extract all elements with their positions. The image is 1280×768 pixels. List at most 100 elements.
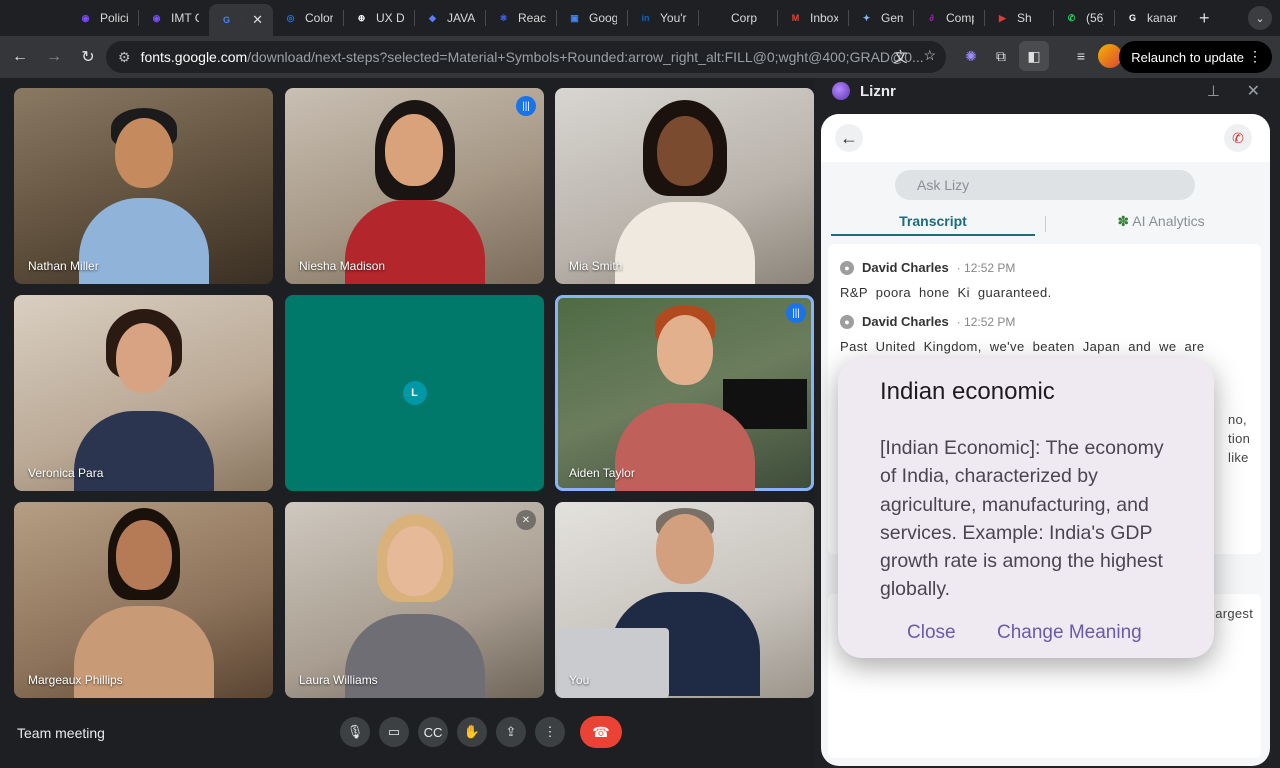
tab-favicon-icon: ∂ bbox=[929, 13, 934, 23]
tab-ai-label: AI Analytics bbox=[1132, 213, 1205, 229]
browser-tab[interactable]: ⚛ React bbox=[486, 4, 556, 32]
browser-tab[interactable]: ✆ (56) bbox=[1054, 4, 1114, 32]
tab-title: Inbox bbox=[810, 11, 838, 25]
side-panel-icon[interactable]: ◧ bbox=[1019, 41, 1049, 71]
tab-favicon-icon: ◉ bbox=[152, 12, 161, 23]
tab-favicon-icon: ⊕ bbox=[357, 12, 366, 23]
participant-tile[interactable]: L bbox=[285, 295, 544, 491]
tab-favicon-icon: ◎ bbox=[286, 12, 295, 23]
browser-tab[interactable]: ⊕ UX D bbox=[344, 4, 414, 32]
message-text: Past United Kingdom, we've beaten Japan … bbox=[840, 339, 1205, 354]
extensions-puzzle-icon[interactable]: ⧉ bbox=[986, 41, 1016, 71]
participant-name: Niesha Madison bbox=[299, 259, 386, 273]
participant-tile[interactable]: ✕ Laura Williams bbox=[285, 502, 544, 698]
browser-tab[interactable]: ◉ IMT C bbox=[139, 4, 209, 32]
browser-tab[interactable]: ◎ Color bbox=[273, 4, 343, 32]
reload-icon[interactable]: ↻ bbox=[72, 41, 104, 73]
transcript-message: ● David Charles · 12:52 PM R&P poora hone … bbox=[840, 260, 1250, 302]
participant-video bbox=[73, 309, 214, 491]
raise-hand-icon[interactable]: ✋ bbox=[457, 717, 487, 747]
tab-close-icon[interactable]: ✕ bbox=[252, 12, 263, 28]
participant-tile[interactable]: ||| Niesha Madison bbox=[285, 88, 544, 284]
participant-video bbox=[73, 508, 214, 698]
browser-tab[interactable]: ▶ Sh bbox=[985, 4, 1053, 32]
tab-favicon-icon: M bbox=[791, 13, 800, 23]
participant-name: You bbox=[569, 673, 590, 687]
participant-tile[interactable]: Mia Smith bbox=[555, 88, 814, 284]
new-tab-button[interactable]: + bbox=[1187, 8, 1222, 29]
browser-toolbar: ← → ↻ ⚙ fonts.google.com/download/next-s… bbox=[0, 36, 1280, 78]
ask-lizy-input[interactable] bbox=[895, 170, 1195, 200]
phone-icon[interactable]: ✆ bbox=[1224, 124, 1252, 152]
participant-tile[interactable]: Margeaux Phillips bbox=[14, 502, 273, 698]
browser-tab[interactable]: ◆ JAVA bbox=[415, 4, 485, 32]
popup-close-button[interactable]: Close bbox=[907, 622, 956, 644]
transcript-fragment: tion bbox=[1228, 431, 1251, 446]
participant-video bbox=[78, 106, 209, 284]
message-time: · 12:52 PM bbox=[956, 314, 1016, 329]
more-options-icon[interactable]: ⋮ bbox=[535, 717, 565, 747]
tab-search-icon[interactable]: ⌄ bbox=[1248, 6, 1272, 30]
browser-tab[interactable]: ∂ Comp bbox=[914, 4, 984, 32]
browser-tab[interactable]: M Inbox bbox=[778, 4, 848, 32]
relaunch-button[interactable]: Relaunch to update ⋮ bbox=[1119, 41, 1272, 73]
participant-name: Margeaux Phillips bbox=[28, 673, 123, 687]
close-icon[interactable]: ✕ bbox=[1247, 81, 1260, 101]
muted-mic-icon: ✕ bbox=[516, 510, 536, 530]
participant-video bbox=[614, 305, 755, 491]
tab-transcript[interactable]: Transcript bbox=[831, 208, 1035, 236]
participant-tile[interactable]: Veronica Para bbox=[14, 295, 273, 491]
tab-divider bbox=[1045, 216, 1046, 232]
address-bar[interactable]: ⚙ fonts.google.com/download/next-steps?s… bbox=[106, 41, 946, 73]
side-panel-title: Liznr bbox=[860, 83, 896, 100]
tab-favicon-icon bbox=[709, 11, 724, 26]
speaker-name: David Charles bbox=[862, 260, 949, 275]
site-info-icon[interactable]: ⚙ bbox=[118, 49, 131, 66]
browser-tab[interactable]: ◉ Polici bbox=[68, 4, 138, 32]
browser-tab[interactable]: GD✕ bbox=[209, 4, 273, 36]
browser-tab[interactable]: Corp bbox=[699, 4, 777, 32]
captions-icon[interactable]: CC bbox=[418, 717, 448, 747]
translate-icon[interactable]: 文 bbox=[893, 47, 907, 67]
back-arrow-icon[interactable]: ← bbox=[4, 41, 36, 73]
bookmark-star-icon[interactable]: ☆ bbox=[923, 47, 936, 67]
microphone-icon[interactable]: 🎙 bbox=[340, 717, 370, 747]
browser-tab[interactable]: in You'r bbox=[628, 4, 698, 32]
participant-tile-active[interactable]: ||| Aiden Taylor bbox=[555, 295, 814, 491]
reading-list-icon[interactable]: ≡ bbox=[1066, 41, 1096, 71]
participant-video bbox=[344, 100, 485, 284]
laptop bbox=[557, 628, 669, 698]
extension-gear-icon[interactable]: ✺ bbox=[956, 41, 986, 71]
present-screen-icon[interactable]: ⇪ bbox=[496, 717, 526, 747]
tab-title: kanan bbox=[1147, 11, 1177, 25]
tab-favicon-icon: ⚛ bbox=[499, 12, 508, 23]
tab-favicon-icon: ◉ bbox=[81, 12, 90, 23]
participant-name: Laura Williams bbox=[299, 673, 378, 687]
relaunch-label: Relaunch to update bbox=[1131, 49, 1244, 65]
url-host: fonts.google.com bbox=[140, 49, 248, 65]
forward-arrow-icon[interactable]: → bbox=[38, 41, 70, 73]
camera-icon[interactable]: ▭ bbox=[379, 717, 409, 747]
participant-name: Veronica Para bbox=[28, 466, 104, 480]
speaking-indicator-icon: ||| bbox=[516, 96, 536, 116]
end-call-button[interactable]: ☎ bbox=[580, 716, 622, 748]
browser-tab[interactable]: Gkanan bbox=[1115, 4, 1187, 32]
more-menu-icon[interactable]: ⋮ bbox=[1248, 48, 1262, 65]
change-meaning-button[interactable]: Change Meaning bbox=[997, 622, 1142, 644]
tab-favicon-icon: G bbox=[222, 15, 230, 25]
panel-tabs: Transcript ✽ AI Analytics bbox=[831, 208, 1261, 238]
back-arrow-icon[interactable]: ← bbox=[835, 124, 863, 152]
transcript-fragment: no, bbox=[1228, 412, 1247, 427]
participant-name: Mia Smith bbox=[569, 259, 623, 273]
tab-title: You'r bbox=[660, 11, 687, 25]
participant-tile[interactable]: Nathan Miller bbox=[14, 88, 273, 284]
browser-tab[interactable]: ▣ Goog bbox=[557, 4, 627, 32]
popup-title: Indian economic bbox=[880, 378, 1055, 405]
participant-name: Nathan Miller bbox=[28, 259, 99, 273]
tab-title: Color bbox=[305, 11, 333, 25]
pin-icon[interactable]: ⊥ bbox=[1207, 82, 1220, 100]
participant-tile-self[interactable]: You bbox=[555, 502, 814, 698]
tab-ai-analytics[interactable]: ✽ AI Analytics bbox=[1061, 208, 1261, 236]
tab-title: Corp bbox=[731, 11, 758, 25]
browser-tab[interactable]: ✦ Gemi bbox=[849, 4, 913, 32]
